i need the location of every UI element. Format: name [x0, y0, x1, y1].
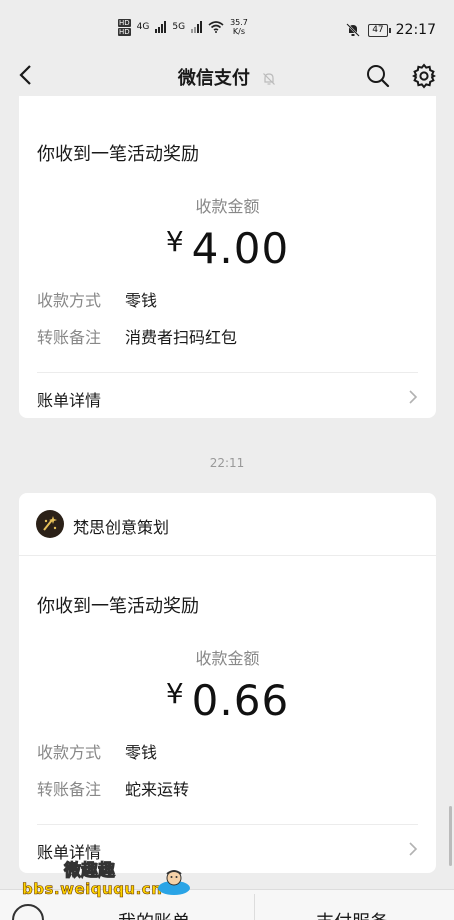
row-value: 零钱: [125, 291, 158, 310]
row-key: 转账备注: [37, 328, 102, 347]
tab-my-bills[interactable]: 我的账单: [118, 908, 190, 920]
amount-value: 4.00: [191, 224, 290, 273]
card-title: 你收到一笔活动奖励: [37, 144, 199, 165]
payment-method-row: 收款方式 零钱: [37, 287, 157, 311]
row-value: 零钱: [125, 743, 158, 762]
status-bar: HD HD 4G 5G 35.7 K/s 47 22:17: [0, 0, 454, 56]
currency-symbol: ¥: [165, 677, 184, 710]
silent-bell-icon: [346, 23, 360, 37]
amount: ¥4.00: [19, 224, 436, 273]
amount-label: 收款金额: [195, 649, 260, 668]
sparkle-icon: [43, 516, 57, 531]
divider: [37, 372, 418, 373]
currency-symbol: ¥: [165, 225, 184, 258]
message-timestamp: 22:11: [209, 456, 245, 470]
signal-icon: [191, 21, 203, 33]
divider: [37, 824, 418, 825]
speed-value: 35.7: [230, 18, 248, 27]
chevron-right-icon: [409, 390, 418, 404]
network-speed: 35.7 K/s: [230, 18, 248, 36]
row-key: 收款方式: [37, 291, 102, 310]
transfer-note-row: 转账备注 蛇来运转: [37, 776, 189, 800]
payment-method-row: 收款方式 零钱: [37, 739, 157, 763]
tab-payment-services[interactable]: 支付服务: [316, 908, 388, 920]
card-title: 你收到一笔活动奖励: [37, 596, 199, 617]
wifi-icon: [208, 21, 224, 33]
watermark: 微趣趣 bbs.weiququ.cn: [14, 852, 200, 898]
row-key: 收款方式: [37, 743, 102, 762]
nav-bar: 微信支付: [0, 56, 454, 96]
transfer-note-row: 转账备注 消费者扫码红包: [37, 324, 237, 348]
divider: [19, 555, 436, 556]
battery-indicator: 47: [368, 23, 392, 37]
hd-badge: HD: [118, 18, 131, 27]
gear-icon[interactable]: [410, 62, 438, 90]
bill-detail-link[interactable]: 账单详情: [37, 387, 101, 411]
search-icon[interactable]: [364, 62, 392, 90]
speed-unit: K/s: [232, 27, 246, 36]
signal-icon: [155, 21, 167, 33]
keyboard-icon[interactable]: [12, 904, 44, 920]
watermark-title: 微趣趣: [64, 861, 116, 882]
network-type-2: 5G: [172, 22, 186, 32]
merchant-avatar: [36, 510, 64, 538]
payment-card[interactable]: 你收到一笔活动奖励 收款金额 ¥4.00 收款方式 零钱 转账备注 消费者扫码红…: [19, 96, 436, 418]
merchant-name[interactable]: 梵思创意策划: [73, 514, 169, 538]
tab-separator: [254, 894, 255, 920]
payment-card[interactable]: 梵思创意策划 你收到一笔活动奖励 收款金额 ¥0.66 收款方式 零钱 转账备注…: [19, 493, 436, 873]
page-title-text: 微信支付: [177, 68, 250, 89]
network-type-1: 4G: [136, 22, 150, 32]
mascot-icon: [158, 870, 190, 895]
status-network: HD HD 4G 5G 35.7 K/s: [118, 18, 248, 36]
hd-badges: HD HD: [118, 18, 131, 36]
status-right: 47 22:17: [346, 22, 436, 38]
row-key: 转账备注: [37, 780, 102, 799]
amount-label: 收款金额: [195, 197, 260, 216]
row-value: 蛇来运转: [125, 780, 190, 799]
chevron-right-icon: [409, 842, 418, 856]
amount: ¥0.66: [19, 676, 436, 725]
scrollbar[interactable]: [449, 806, 452, 866]
amount-value: 0.66: [191, 676, 290, 725]
mute-bell-icon: [263, 73, 276, 85]
clock: 22:17: [395, 22, 436, 38]
hd-badge: HD: [118, 27, 131, 36]
watermark-url: bbs.weiququ.cn: [22, 880, 163, 899]
row-value: 消费者扫码红包: [125, 328, 238, 347]
